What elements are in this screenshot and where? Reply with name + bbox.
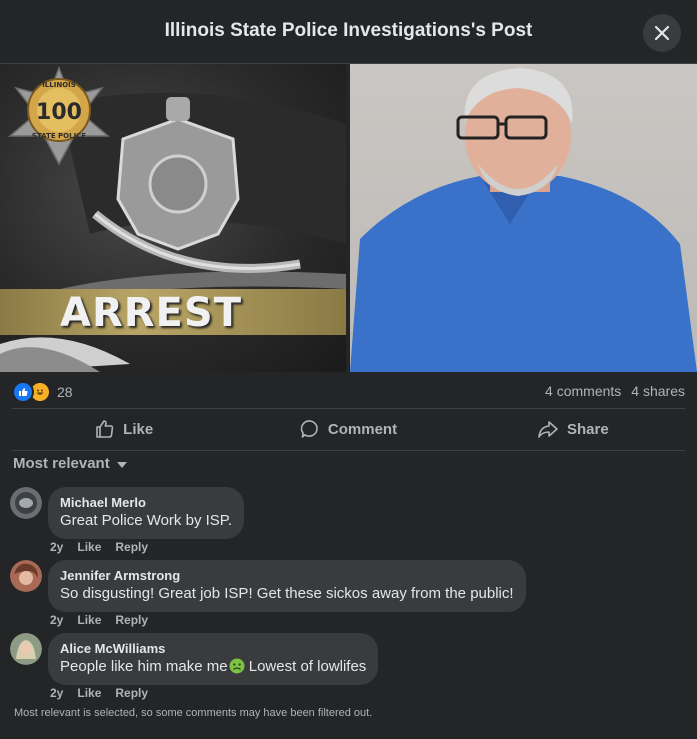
post-images[interactable]: 100 ILLINOIS STATE POLICE ARREST: [0, 64, 697, 372]
filter-notice: Most relevant is selected, so some comme…: [14, 707, 373, 719]
avatar-image: [10, 487, 42, 519]
mugshot-photo: [350, 68, 697, 372]
commenter-name[interactable]: Jennifer Armstrong: [60, 568, 514, 584]
dialog-title: Illinois State Police Investigations's P…: [164, 20, 533, 41]
comment-like-link[interactable]: Like: [77, 613, 101, 627]
thumbs-up-icon: [96, 420, 114, 438]
comment-label: Comment: [327, 420, 398, 438]
comment-reply-link[interactable]: Reply: [115, 613, 148, 627]
avatar[interactable]: [10, 487, 42, 519]
comment-like-link[interactable]: Like: [77, 686, 101, 700]
avatar-image: [10, 560, 42, 592]
commenter-name[interactable]: Alice McWilliams: [60, 641, 366, 657]
svg-text:100: 100: [36, 100, 82, 125]
comment-text: Great Police Work by ISP.: [60, 512, 233, 529]
svg-text:STATE POLICE: STATE POLICE: [32, 132, 86, 140]
comment-like-link[interactable]: Like: [77, 540, 101, 554]
like-reaction-icon: [12, 381, 34, 403]
share-icon: [538, 421, 558, 438]
comment-age[interactable]: 2y: [50, 540, 63, 554]
mugshot-image[interactable]: [350, 64, 697, 372]
close-icon: [654, 25, 670, 41]
nauseated-face-emoji-icon: [229, 658, 245, 674]
comment-bubble: Jennifer Armstrong So disgusting! Great …: [48, 560, 526, 612]
comment-text-part: People like him make me: [60, 658, 228, 675]
commenter-name[interactable]: Michael Merlo: [60, 495, 232, 511]
comment-text: So disgusting! Great job ISP! Get these …: [60, 585, 514, 602]
shares-count-link[interactable]: 4 shares: [631, 383, 685, 399]
comment-meta: 2y Like Reply: [50, 613, 162, 627]
comment-meta: 2y Like Reply: [50, 686, 162, 700]
post-actions-bar: Like Comment Share: [12, 410, 685, 448]
avatar[interactable]: [10, 560, 42, 592]
engagement-counts: 4 comments 4 shares: [545, 383, 685, 399]
caret-down-icon: [116, 461, 127, 468]
comment-bubble: Alice McWilliams People like him make me…: [48, 633, 379, 685]
comment-sort-dropdown[interactable]: Most relevant: [13, 455, 127, 472]
divider: [12, 450, 685, 451]
reactions-summary[interactable]: 28: [12, 381, 73, 403]
comment-meta: 2y Like Reply: [50, 540, 162, 554]
reaction-count: 28: [57, 384, 73, 400]
comment-text: People like him make me Lowest of lowlif…: [60, 657, 366, 677]
arrest-banner-text: ARREST: [60, 290, 242, 336]
comment-age[interactable]: 2y: [50, 613, 63, 627]
arrest-graphic-image[interactable]: 100 ILLINOIS STATE POLICE ARREST: [0, 64, 346, 372]
comment-age[interactable]: 2y: [50, 686, 63, 700]
comments-count-link[interactable]: 4 comments: [545, 383, 621, 399]
illinois-state-police-badge-icon: 100 ILLINOIS STATE POLICE: [7, 66, 111, 166]
like-button[interactable]: Like: [12, 410, 236, 448]
avatar[interactable]: [10, 633, 42, 665]
divider: [12, 408, 685, 409]
sort-label: Most relevant: [13, 455, 110, 472]
close-button[interactable]: [643, 14, 681, 52]
comment-button[interactable]: Comment: [236, 410, 460, 448]
like-label: Like: [123, 420, 154, 438]
comment-reply-link[interactable]: Reply: [115, 540, 148, 554]
share-button[interactable]: Share: [461, 410, 685, 448]
share-label: Share: [566, 420, 609, 438]
comment-icon: [300, 420, 318, 438]
svg-text:ILLINOIS: ILLINOIS: [42, 81, 76, 89]
comment-reply-link[interactable]: Reply: [115, 686, 148, 700]
avatar-image: [10, 633, 42, 665]
comment-text-part: Lowest of lowlifes: [244, 658, 367, 675]
post-dialog-header: Illinois State Police Investigations's P…: [0, 0, 697, 64]
comment-bubble: Michael Merlo Great Police Work by ISP.: [48, 487, 245, 539]
